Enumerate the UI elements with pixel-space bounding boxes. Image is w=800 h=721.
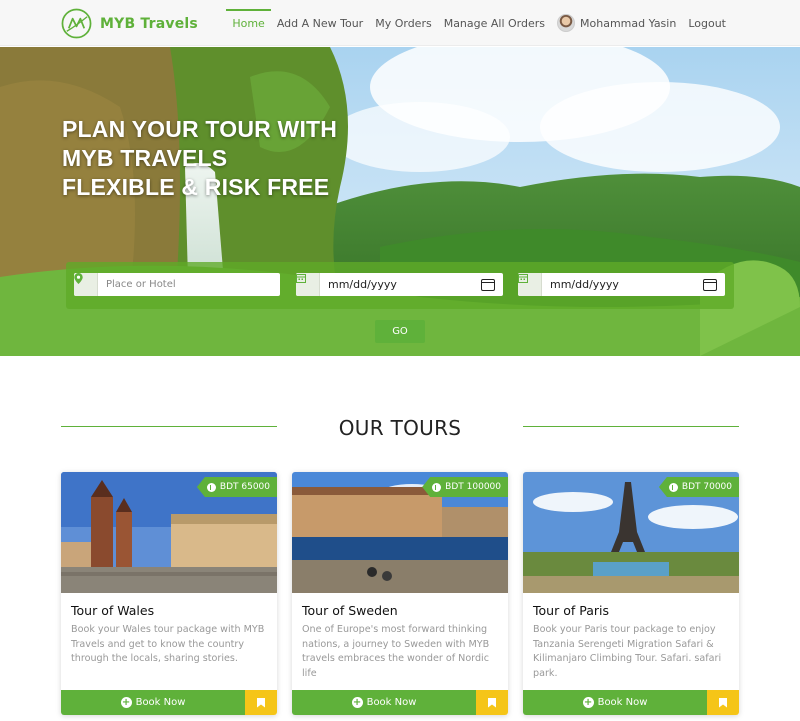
price-badge: BDT 100000 xyxy=(422,477,508,497)
date-picker-icon[interactable] xyxy=(703,278,717,291)
nav-manage-orders[interactable]: Manage All Orders xyxy=(438,0,551,46)
checkout-date-input[interactable]: mm/dd/yyyy xyxy=(542,278,703,291)
bookmark-button[interactable] xyxy=(245,690,277,715)
location-pin-icon xyxy=(74,273,98,296)
tour-card: BDT 100000 Tour of Sweden One of Europe'… xyxy=(292,472,508,715)
checkout-date-field[interactable]: mm/dd/yyyy xyxy=(518,273,725,296)
brand-name: MYB Travels xyxy=(100,15,198,32)
main-menu: Home Add A New Tour My Orders Manage All… xyxy=(226,0,732,46)
search-bar: Place or Hotel mm/dd/yyyy mm/dd/yyyy xyxy=(66,262,734,309)
tour-title: Tour of Sweden xyxy=(302,603,398,618)
tour-title: Tour of Wales xyxy=(71,603,155,618)
hero-banner: PLAN YOUR TOUR WITH MYB TRAVELS FLEXIBLE… xyxy=(0,47,800,356)
price-badge: BDT 65000 xyxy=(196,477,277,497)
price-value: BDT 100000 xyxy=(445,482,501,492)
calendar-icon xyxy=(296,273,320,296)
place-field[interactable]: Place or Hotel xyxy=(74,273,280,296)
book-now-button[interactable]: + Book Now xyxy=(523,690,707,715)
logo-icon xyxy=(61,8,92,39)
date-picker-icon[interactable] xyxy=(481,278,495,291)
place-input[interactable]: Place or Hotel xyxy=(98,279,280,290)
book-now-button[interactable]: + Book Now xyxy=(61,690,245,715)
section-title: OUR TOURS xyxy=(338,416,462,440)
tour-title: Tour of Paris xyxy=(533,603,609,618)
plus-circle-icon: + xyxy=(351,697,363,708)
bookmark-button[interactable] xyxy=(476,690,508,715)
currency-icon xyxy=(206,482,216,492)
user-menu[interactable]: Mohammad Yasin xyxy=(551,0,682,46)
tour-card: BDT 65000 Tour of Wales Book your Wales … xyxy=(61,472,277,715)
hero-title-line: PLAN YOUR TOUR WITH xyxy=(62,116,338,142)
hero-title-line: FLEXIBLE & RISK FREE xyxy=(62,174,330,200)
calendar-icon xyxy=(518,273,542,296)
plus-circle-icon: + xyxy=(120,697,132,708)
nav-add-tour[interactable]: Add A New Tour xyxy=(271,0,369,46)
bookmark-button[interactable] xyxy=(707,690,739,715)
go-button[interactable]: GO xyxy=(375,320,425,343)
brand-logo[interactable]: MYB Travels xyxy=(61,8,198,39)
hero-title-line: MYB TRAVELS xyxy=(62,145,228,171)
tour-description: One of Europe's most forward thinking na… xyxy=(302,624,490,679)
currency-icon xyxy=(432,482,442,492)
bookmark-icon xyxy=(257,697,265,708)
bookmark-icon xyxy=(488,697,496,708)
price-badge: BDT 70000 xyxy=(658,477,739,497)
book-now-label: Book Now xyxy=(597,697,648,708)
checkin-date-input[interactable]: mm/dd/yyyy xyxy=(320,278,481,291)
book-now-label: Book Now xyxy=(366,697,417,708)
checkin-date-field[interactable]: mm/dd/yyyy xyxy=(296,273,503,296)
avatar xyxy=(557,14,576,32)
tour-description: Book your Paris tour package to enjoy Ta… xyxy=(533,624,722,679)
bookmark-icon xyxy=(719,697,727,708)
book-now-button[interactable]: + Book Now xyxy=(292,690,476,715)
navbar: MYB Travels Home Add A New Tour My Order… xyxy=(0,0,800,46)
user-name: Mohammad Yasin xyxy=(580,16,677,30)
logout-link[interactable]: Logout xyxy=(682,0,732,46)
tour-card: BDT 70000 Tour of Paris Book your Paris … xyxy=(523,472,739,715)
price-value: BDT 65000 xyxy=(219,482,270,492)
plus-circle-icon: + xyxy=(582,697,594,708)
currency-icon xyxy=(668,482,678,492)
nav-home[interactable]: Home xyxy=(226,0,272,46)
price-value: BDT 70000 xyxy=(681,482,732,492)
tour-description: Book your Wales tour package with MYB Tr… xyxy=(71,624,265,665)
hero-title: PLAN YOUR TOUR WITH MYB TRAVELS FLEXIBLE… xyxy=(62,115,337,202)
nav-my-orders[interactable]: My Orders xyxy=(369,0,438,46)
book-now-label: Book Now xyxy=(135,697,186,708)
divider-right xyxy=(523,426,739,427)
